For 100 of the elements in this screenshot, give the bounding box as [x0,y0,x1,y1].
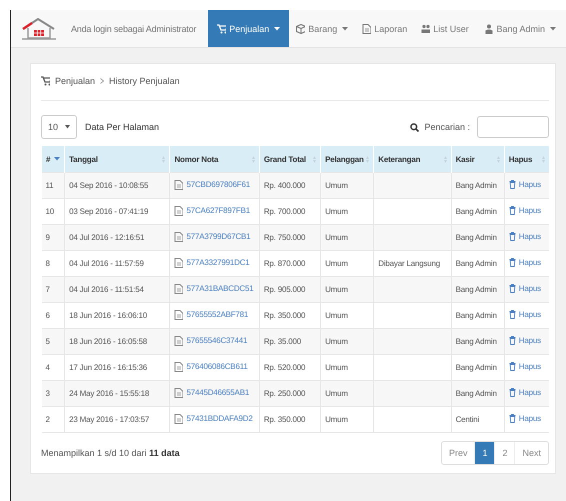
column-header[interactable]: # [42,146,65,172]
customer-cell: Umum [320,328,374,354]
page-size-select[interactable]: 10 [41,115,78,139]
trash-icon [508,310,516,319]
trash-icon [508,362,516,371]
invoice-link[interactable]: 57431BDDAFA9D2 [174,414,253,424]
breadcrumb-link[interactable]: Penjualan [55,76,96,86]
chevron-right-icon [100,78,104,84]
cashier-cell: Bang Admin [451,172,504,198]
caret-icon [550,26,556,30]
sort-descending-icon [54,157,60,161]
document-icon [174,284,184,294]
row-number: 11 [42,172,65,198]
search-icon [410,122,420,132]
breadcrumb-link[interactable]: History Penjualan [109,76,180,86]
trash-icon [508,284,516,293]
cube-icon [296,24,306,34]
delete-link[interactable]: Hapus [508,232,541,241]
delete-link[interactable]: Hapus [508,180,541,189]
customer-cell: Umum [320,406,374,432]
trash-icon [508,180,516,189]
caret-icon [65,125,70,129]
delete-link[interactable]: Hapus [508,414,541,423]
column-header[interactable]: Keterangan [374,146,452,172]
login-status-text: Anda login sebagai Administrator [71,24,196,34]
date-cell: 04 Jul 2016 - 12:16:51 [64,224,170,250]
trash-icon [508,258,516,267]
invoice-link[interactable]: 57CBD697806F61 [174,180,250,190]
row-number: 2 [42,406,65,432]
delete-link[interactable]: Hapus [508,284,541,293]
invoice-link[interactable]: 577A31BABCDC51 [174,284,254,294]
trash-icon [508,414,516,423]
total-cell: Rp. 750.000 [259,224,321,250]
column-header[interactable]: Grand Total [259,146,321,172]
trash-icon [508,388,516,397]
caret-icon [274,26,280,30]
customer-cell: Umum [320,276,374,302]
document-icon [174,414,184,424]
row-number: 5 [42,328,65,354]
nav-menu-item[interactable]: Penjualan [208,10,290,47]
column-header[interactable]: Nomor Nota [170,146,260,172]
pagination-button[interactable]: Prev [442,442,474,464]
total-cell: Rp. 350.000 [259,406,321,432]
cashier-cell: Bang Admin [451,224,504,250]
document-icon [174,180,184,190]
users-icon [421,24,430,34]
cashier-cell: Bang Admin [451,276,504,302]
date-cell: 04 Sep 2016 - 10:08:55 [64,172,170,198]
total-cell: Rp. 400.000 [259,172,321,198]
nav-menu-item[interactable]: List User [414,10,476,47]
document-icon [174,310,184,320]
row-number: 7 [42,276,65,302]
trash-icon [508,206,516,215]
pagination-info-text: Menampilkan 1 s/d 10 dari 11 data [41,448,180,458]
date-cell: 18 Jun 2016 - 16:05:58 [64,328,170,354]
date-cell: 24 May 2016 - 15:55:18 [64,380,170,406]
document-icon [174,206,184,216]
document-icon [174,388,184,398]
pagination-button[interactable]: Next [514,442,548,464]
invoice-link[interactable]: 57445D46655AB1 [174,388,250,398]
delete-link[interactable]: Hapus [508,362,541,371]
delete-link[interactable]: Hapus [508,388,541,397]
column-header[interactable]: Tanggal [64,146,170,172]
pagination-button[interactable]: 2 [494,442,514,464]
delete-link[interactable]: Hapus [508,258,541,267]
invoice-link[interactable]: 576406086CB611 [174,362,248,372]
total-cell: Rp. 35.000 [259,328,321,354]
cart-icon [41,76,50,86]
invoice-link[interactable]: 577A3327991DC1 [174,258,250,268]
search-label: Pencarian : [424,122,470,132]
column-header[interactable]: Kasir [451,146,504,172]
column-header[interactable]: Pelanggan [320,146,374,172]
document-icon [174,362,184,372]
document-icon [174,258,184,268]
cart-icon [217,24,226,34]
delete-link[interactable]: Hapus [508,336,541,345]
house-logo-icon [21,18,57,40]
nav-menu-item[interactable]: Barang [289,10,356,47]
column-header[interactable]: Hapus [504,146,549,172]
pagination-button[interactable]: 1 [474,442,494,464]
invoice-link[interactable]: 57655546C37441 [174,336,248,346]
date-cell: 04 Jul 2016 - 11:51:54 [64,276,170,302]
trash-icon [508,336,516,345]
user-menu[interactable]: Bang Admin [478,10,566,47]
invoice-link[interactable]: 577A3799D67CB1 [174,232,250,242]
page-size-label: Data Per Halaman [85,122,160,132]
invoice-link[interactable]: 57655552ABF781 [174,310,248,320]
document-icon [174,336,184,346]
search-field[interactable] [477,116,549,138]
caret-icon [342,26,348,30]
cashier-cell: Bang Admin [451,328,504,354]
customer-cell: Umum [320,380,374,406]
row-number: 9 [42,224,65,250]
date-cell: 23 May 2016 - 17:03:57 [64,406,170,432]
invoice-link[interactable]: 57CA627F897FB1 [174,206,250,216]
total-cell: Rp. 250.000 [259,380,321,406]
delete-link[interactable]: Hapus [508,310,541,319]
delete-link[interactable]: Hapus [508,206,541,215]
nav-menu-item[interactable]: Laporan [355,10,414,47]
customer-cell: Umum [320,172,374,198]
